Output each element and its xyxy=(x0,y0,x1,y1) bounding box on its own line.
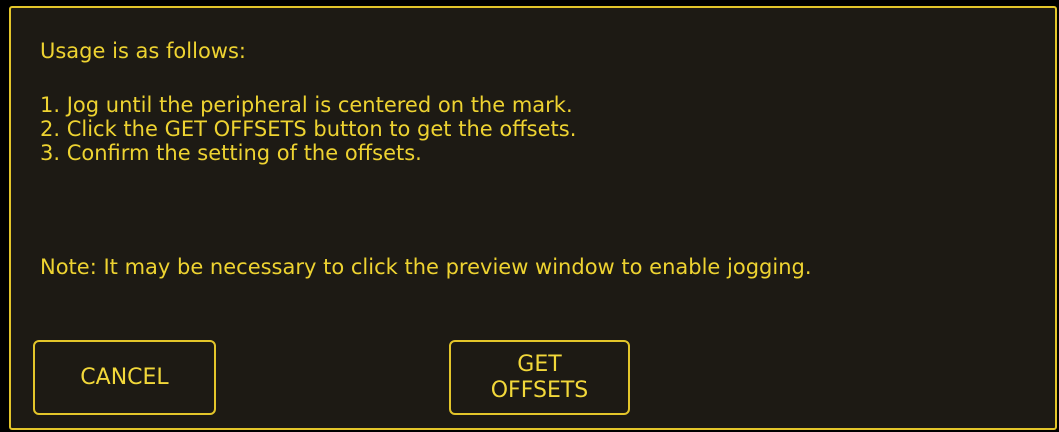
get-offsets-button[interactable]: GET OFFSETS xyxy=(449,340,630,415)
offsets-dialog: Usage is as follows: 1. Jog until the pe… xyxy=(9,6,1057,430)
step-3: 3. Confirm the setting of the offsets. xyxy=(40,141,422,165)
cancel-button-label: CANCEL xyxy=(80,364,169,390)
get-offsets-label-line1: GET xyxy=(517,351,562,377)
cancel-button[interactable]: CANCEL xyxy=(33,340,216,415)
step-2: 2. Click the GET OFFSETS button to get t… xyxy=(40,117,577,141)
get-offsets-label-line2: OFFSETS xyxy=(490,377,589,403)
note-text: Note: It may be necessary to click the p… xyxy=(40,255,812,279)
usage-heading: Usage is as follows: xyxy=(40,39,246,63)
step-1: 1. Jog until the peripheral is centered … xyxy=(40,93,573,117)
steps-list: 1. Jog until the peripheral is centered … xyxy=(40,93,576,165)
